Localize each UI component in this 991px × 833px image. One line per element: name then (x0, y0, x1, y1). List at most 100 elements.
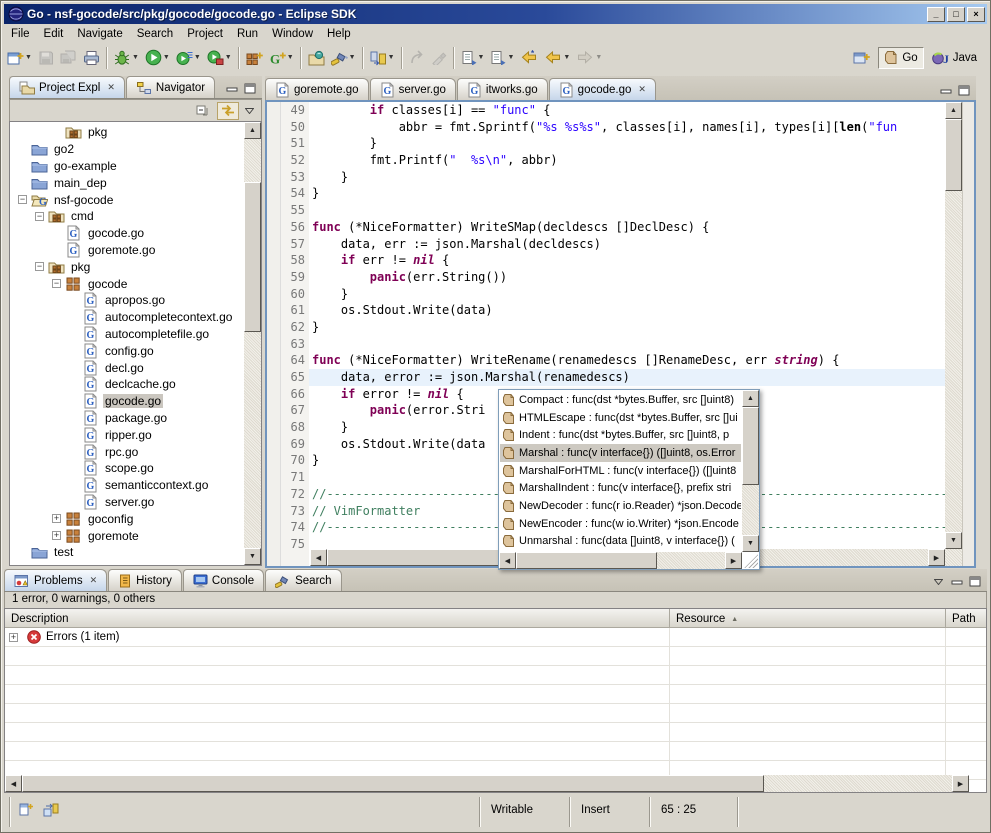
collapse-all-button[interactable] (193, 102, 214, 120)
tree-item-declcache-go[interactable]: Gdeclcache.go (10, 376, 244, 393)
tree-item-gocode-go[interactable]: Ggocode.go (10, 225, 244, 242)
forward-button[interactable]: ▼ (573, 46, 605, 70)
save-button[interactable] (35, 46, 57, 70)
tree-item-decl-go[interactable]: Gdecl.go (10, 359, 244, 376)
scroll-up-button[interactable]: ▲ (945, 102, 962, 119)
scroll-thumb[interactable] (22, 775, 764, 792)
scroll-thumb[interactable] (945, 119, 962, 191)
collapse-handle[interactable]: − (35, 212, 44, 221)
editor-tab-gocode-go[interactable]: Ggocode.go✕ (549, 78, 656, 100)
scroll-up-button[interactable]: ▲ (244, 122, 261, 139)
dropdown-arrow-icon[interactable]: ▼ (507, 54, 514, 61)
menu-run[interactable]: Run (230, 27, 265, 41)
new-wizard-button[interactable]: ▼ (4, 46, 35, 70)
scroll-down-button[interactable]: ▼ (244, 548, 261, 565)
open-resource-button[interactable] (305, 46, 328, 70)
tree-item-goconfig[interactable]: +goconfig (10, 510, 244, 527)
tree-item-goremote-go[interactable]: Ggoremote.go (10, 242, 244, 259)
dropdown-arrow-icon[interactable]: ▼ (349, 54, 356, 61)
previous-edit-button[interactable]: ▼ (458, 46, 488, 70)
scroll-left-button[interactable]: ◀ (310, 549, 327, 566)
explorer-tab-navigator[interactable]: Navigator (126, 76, 215, 98)
search-button[interactable]: ▼ (328, 46, 359, 70)
close-tab-icon[interactable]: ✕ (638, 84, 646, 95)
scroll-thumb[interactable] (742, 407, 759, 485)
mark-occurrences-button[interactable] (428, 46, 450, 70)
dropdown-arrow-icon[interactable]: ▼ (225, 54, 232, 61)
scroll-right-button[interactable]: ▶ (725, 552, 742, 569)
run-button[interactable]: ▼ (142, 46, 173, 70)
fast-view-button[interactable] (18, 801, 33, 817)
maximize-view-button[interactable] (968, 576, 981, 587)
explorer-tab-project-expl[interactable]: Project Expl✕ (9, 76, 125, 98)
completion-item-marshal[interactable]: Marshal : func(v interface{}) ([]uint8, … (500, 444, 741, 462)
tree-item-ripper-go[interactable]: Gripper.go (10, 426, 244, 443)
dropdown-arrow-icon[interactable]: ▼ (595, 54, 602, 61)
editor-tab-itworks-go[interactable]: Gitworks.go (457, 78, 548, 100)
tree-item-autocompletecontext-go[interactable]: Gautocompletecontext.go (10, 309, 244, 326)
next-annotation-button[interactable]: ▼ (367, 46, 398, 70)
column-header-resource[interactable]: Resource▲ (670, 609, 946, 627)
view-menu-button[interactable] (932, 576, 945, 587)
collapse-handle[interactable]: − (35, 262, 44, 271)
minimize-view-button[interactable] (225, 83, 238, 94)
scroll-up-button[interactable]: ▲ (742, 390, 759, 407)
tree-item-goremote[interactable]: +goremote (10, 527, 244, 544)
tree-item-autocompletefile-go[interactable]: Gautocompletefile.go (10, 326, 244, 343)
tree-item-go-example[interactable]: go-example (10, 158, 244, 175)
bottom-tab-problems[interactable]: Problems✕ (4, 569, 107, 591)
print-button[interactable] (80, 46, 103, 70)
open-perspective-button[interactable] (847, 47, 876, 69)
completion-item[interactable] (500, 550, 741, 551)
next-edit-button[interactable]: ▼ (487, 46, 517, 70)
editor-vertical-scrollbar[interactable]: ▲ ▼ (945, 102, 962, 566)
tree-item-config-go[interactable]: Gconfig.go (10, 342, 244, 359)
tree-item-gocode-go[interactable]: Ggocode.go (10, 393, 244, 410)
minimize-view-button[interactable] (950, 576, 963, 587)
new-go-element-button[interactable]: G▼ (266, 46, 297, 70)
popup-horizontal-scrollbar[interactable]: ◀ ▶ (499, 552, 742, 569)
expand-handle[interactable]: + (52, 531, 61, 540)
tree-item-go2[interactable]: go2 (10, 141, 244, 158)
maximize-button[interactable]: □ (947, 7, 965, 22)
back-to-last-edit-button[interactable]: * (517, 46, 541, 70)
dropdown-arrow-icon[interactable]: ▼ (287, 54, 294, 61)
scroll-thumb[interactable] (516, 552, 657, 569)
menu-edit[interactable]: Edit (37, 27, 71, 41)
dropdown-arrow-icon[interactable]: ▼ (163, 54, 170, 61)
dropdown-arrow-icon[interactable]: ▼ (194, 54, 201, 61)
completion-item-newdecoder[interactable]: NewDecoder : func(r io.Reader) *json.Dec… (500, 497, 741, 515)
tree-item-apropos-go[interactable]: Gapropos.go (10, 292, 244, 309)
tree-item-cmd[interactable]: −cmd (10, 208, 244, 225)
dropdown-arrow-icon[interactable]: ▼ (132, 54, 139, 61)
completion-item-newencoder[interactable]: NewEncoder : func(w io.Writer) *json.Enc… (500, 515, 741, 533)
tree-item-package-go[interactable]: Gpackage.go (10, 410, 244, 427)
bottom-tab-history[interactable]: History (108, 569, 182, 591)
dropdown-arrow-icon[interactable]: ▼ (388, 54, 395, 61)
tree-item-server-go[interactable]: Gserver.go (10, 494, 244, 511)
popup-resize-grip[interactable] (744, 554, 758, 568)
completion-item-marshalindent[interactable]: MarshalIndent : func(v interface{}, pref… (500, 479, 741, 497)
collapse-handle[interactable]: − (52, 279, 61, 288)
menu-file[interactable]: File (4, 27, 37, 41)
bottom-tab-search[interactable]: Search (265, 569, 341, 591)
expand-handle[interactable]: + (52, 514, 61, 523)
column-header-description[interactable]: Description (5, 609, 670, 627)
minimize-view-button[interactable] (939, 85, 952, 96)
view-menu-button[interactable] (242, 102, 257, 120)
scroll-right-button[interactable]: ▶ (952, 775, 969, 792)
maximize-view-button[interactable] (957, 85, 970, 96)
completion-item-htmlescape[interactable]: HTMLEscape : func(dst *bytes.Buffer, src… (500, 409, 741, 427)
editor-tab-goremote-go[interactable]: Ggoremote.go (265, 78, 369, 100)
scroll-down-button[interactable]: ▼ (742, 535, 759, 552)
debug-button[interactable]: ▼ (111, 46, 142, 70)
problems-row[interactable]: +Errors (1 item) (5, 628, 986, 647)
scroll-right-button[interactable]: ▶ (928, 549, 945, 566)
new-package-button[interactable] (243, 46, 266, 70)
link-with-editor-button[interactable] (217, 102, 239, 120)
close-button[interactable]: × (967, 7, 985, 22)
tree-item-pkg[interactable]: −pkg (10, 258, 244, 275)
completion-item-unmarshal[interactable]: Unmarshal : func(data []uint8, v interfa… (500, 533, 741, 551)
dropdown-arrow-icon[interactable]: ▼ (563, 54, 570, 61)
popup-vertical-scrollbar[interactable]: ▲ ▼ (742, 390, 759, 552)
